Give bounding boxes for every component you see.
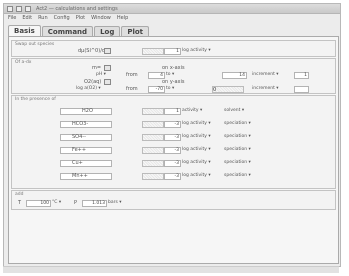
disabled-field xyxy=(142,147,164,154)
kind-dropdown[interactable]: solvent xyxy=(224,108,244,113)
x-to-dropdown[interactable]: to xyxy=(166,72,174,77)
unit-dropdown[interactable]: log activity xyxy=(182,121,211,126)
list-item: Cu+ -3 log activity speciation xyxy=(12,160,335,167)
minimize-icon[interactable] xyxy=(16,5,22,12)
unit-dropdown[interactable]: log activity xyxy=(182,134,211,139)
presence-section: In the presence of H2O 1 activity solven… xyxy=(11,95,336,189)
list-item: H2O 1 activity solvent xyxy=(12,108,335,115)
from-label: from xyxy=(126,86,138,92)
value-field[interactable]: -3 xyxy=(164,173,181,180)
list-item: SO4-- -3 log activity speciation xyxy=(12,134,335,141)
value-field[interactable]: -3 xyxy=(164,134,181,141)
value-field[interactable]: 1 xyxy=(164,108,181,115)
section-title: Swap out species xyxy=(15,42,55,47)
temperature-unit-dropdown[interactable]: °C xyxy=(52,200,61,205)
list-item: HCO3- -3 log activity speciation xyxy=(12,121,335,128)
application-window: Act2 — calculations and settings File Ed… xyxy=(3,3,341,267)
swap-section: Swap out species dμ(Sl^0)/dt= 1 log acti… xyxy=(11,40,336,57)
title-bar: Act2 — calculations and settings xyxy=(4,4,340,14)
status-bar xyxy=(3,266,339,273)
kind-dropdown[interactable]: speciation xyxy=(224,173,251,178)
menu-window[interactable]: Window xyxy=(91,15,111,21)
x-axis-label: on x-axis xyxy=(162,65,185,71)
value-field[interactable]: -3 xyxy=(164,147,181,154)
disabled-field xyxy=(142,173,164,180)
count-field[interactable]: 1 xyxy=(164,48,181,55)
y-from-field[interactable]: -70 xyxy=(148,86,165,93)
x-to-field[interactable]: 14 xyxy=(222,72,247,79)
disabled-field xyxy=(142,121,164,128)
menu-help[interactable]: Help xyxy=(117,15,128,21)
kind-dropdown[interactable]: speciation xyxy=(224,121,251,126)
y-species-label: O2(aq) xyxy=(84,79,102,85)
disabled-field xyxy=(142,134,164,141)
unit-dropdown[interactable]: activity xyxy=(182,108,202,113)
edit-icon[interactable] xyxy=(104,79,111,85)
y-to-dropdown[interactable]: to xyxy=(166,86,174,91)
x-step-field[interactable]: 1 xyxy=(294,72,309,79)
list-item: Mn++ -3 log activity speciation xyxy=(12,173,335,180)
section-title: add xyxy=(15,192,24,197)
list-item: Fe++ -3 log activity speciation xyxy=(12,147,335,154)
x-species-label: m= xyxy=(92,65,102,71)
species-field[interactable] xyxy=(60,160,112,167)
increment-dropdown[interactable]: increment xyxy=(252,72,279,77)
basis-panel: Swap out species dμ(Sl^0)/dt= 1 log acti… xyxy=(8,36,339,264)
increment-dropdown[interactable]: increment xyxy=(252,86,279,91)
menu-run[interactable]: Run xyxy=(38,15,48,21)
menu-file[interactable]: File xyxy=(8,15,16,21)
tp-section: add T 100 °C P 1.013 bars xyxy=(11,190,336,210)
edit-icon[interactable] xyxy=(104,48,111,54)
species-label: SO4-- xyxy=(72,134,86,140)
menu-edit[interactable]: Edit xyxy=(22,15,32,21)
menu-plot[interactable]: Plot xyxy=(76,15,85,21)
axes-section: Of a-dx m= on x-axis pH from 4 to 14 inc… xyxy=(11,58,336,94)
disabled-field xyxy=(142,48,164,55)
close-icon[interactable] xyxy=(7,5,13,12)
temperature-label: T xyxy=(18,200,22,206)
disabled-field xyxy=(142,160,164,167)
pressure-field[interactable]: 1.013 xyxy=(82,200,107,207)
value-field[interactable]: -3 xyxy=(164,121,181,128)
species-label: Cu+ xyxy=(72,160,83,166)
kind-dropdown[interactable]: speciation xyxy=(224,147,251,152)
menu-config[interactable]: Config xyxy=(54,15,70,21)
unit-dropdown[interactable]: log activity xyxy=(182,173,211,178)
pressure-unit-dropdown[interactable]: bars xyxy=(108,200,122,205)
maximize-icon[interactable] xyxy=(25,5,31,12)
disabled-field xyxy=(142,108,164,115)
y-to-field[interactable]: 0 xyxy=(212,86,244,93)
value-field[interactable]: -3 xyxy=(164,160,181,167)
species-label: Fe++ xyxy=(72,147,87,153)
unit-dropdown[interactable]: log activity xyxy=(182,48,211,53)
species-label: HCO3- xyxy=(72,121,89,127)
temperature-field[interactable]: 100 xyxy=(26,200,51,207)
unit-dropdown[interactable]: log activity xyxy=(182,147,211,152)
menu-bar: File Edit Run Config Plot Window Help xyxy=(4,14,340,22)
window-title: Act2 — calculations and settings xyxy=(36,5,118,12)
y-axis-label: on y-axis xyxy=(162,79,185,85)
y-step-field[interactable] xyxy=(294,86,309,93)
edit-icon[interactable] xyxy=(104,65,111,71)
from-label: from xyxy=(126,72,138,78)
species-field[interactable] xyxy=(60,134,112,141)
section-title: In the presence of xyxy=(15,97,56,102)
y-variable-dropdown[interactable]: log a(O2) xyxy=(76,86,101,91)
species-label: Mn++ xyxy=(72,173,88,179)
x-from-field[interactable]: 4 xyxy=(148,72,165,79)
kind-dropdown[interactable]: speciation xyxy=(224,160,251,165)
kind-dropdown[interactable]: speciation xyxy=(224,134,251,139)
species-label: H2O xyxy=(82,108,93,114)
x-variable-dropdown[interactable]: pH xyxy=(96,72,106,77)
pressure-label: P xyxy=(74,200,78,206)
unit-dropdown[interactable]: log activity xyxy=(182,160,211,165)
